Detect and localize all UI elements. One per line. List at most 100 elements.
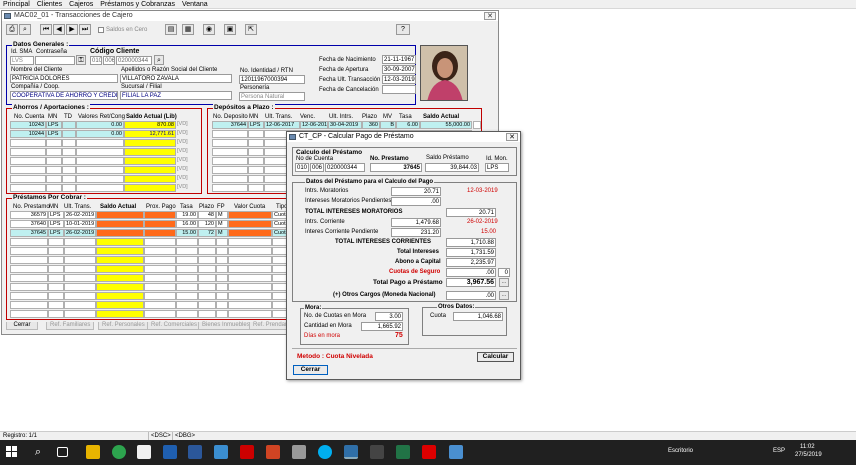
ahorros-cell-mn[interactable] [46, 175, 62, 183]
dep-cell-mn[interactable] [248, 130, 264, 138]
abono-capital-field[interactable]: 2,235.97 [446, 258, 496, 267]
int-corr-pend-field[interactable]: 231.20 [391, 228, 441, 237]
pres-cell-mn[interactable] [48, 247, 64, 255]
pres-cell-saldo[interactable] [96, 292, 144, 300]
pres-cell-prox[interactable] [144, 283, 176, 291]
pres-cell-ult[interactable] [64, 265, 96, 273]
pres-cell-prox[interactable] [144, 274, 176, 282]
report-icon[interactable]: ▣ [224, 24, 236, 35]
menu-ventana[interactable]: Ventana [182, 0, 208, 8]
stop-icon[interactable]: ◉ [203, 24, 215, 35]
pres-cell-prox[interactable] [144, 292, 176, 300]
cuotas-seguro-count[interactable]: 0 [498, 268, 510, 277]
dep-cell-plazo[interactable]: 360 [362, 121, 380, 129]
next-record-icon[interactable]: ▶ [66, 24, 78, 35]
pres-cell-num[interactable]: 37640 [10, 220, 48, 228]
ahorros-cell-td[interactable] [62, 184, 76, 192]
pres-cell-saldo[interactable] [96, 238, 144, 246]
pres-cell-num[interactable] [10, 274, 48, 282]
dep-cell-dep[interactable]: 37644 [212, 121, 248, 129]
dep-cell-mn[interactable] [248, 166, 264, 174]
pres-cell-saldo[interactable] [96, 310, 144, 318]
no-cuenta-part-1[interactable]: 010 [295, 163, 309, 172]
clock-time[interactable]: 11:02 [800, 443, 815, 451]
app-icon-5[interactable] [370, 445, 384, 459]
pres-cell-num[interactable]: 36579 [10, 211, 48, 219]
ahorros-cell-valores[interactable]: 0.00 [76, 130, 124, 138]
pres-cell-tasa[interactable] [176, 301, 198, 309]
windows-start-icon[interactable] [5, 445, 19, 459]
pres-cell-valor-cuota[interactable] [228, 229, 272, 237]
saldo-prestamo-field[interactable]: 39,844.03 [425, 163, 479, 172]
dep-cell-dep[interactable] [212, 184, 248, 192]
pres-cell-mn[interactable]: LPS [48, 220, 64, 228]
ahorros-vd-button[interactable]: [VD] [176, 166, 194, 174]
dep-cell-dep[interactable] [212, 166, 248, 174]
close-icon[interactable]: ✕ [484, 12, 496, 20]
pres-cell-ult[interactable] [64, 283, 96, 291]
intrs-moratorios-field[interactable]: 20.71 [391, 187, 441, 196]
pres-cell-plazo[interactable] [198, 238, 216, 246]
calculator-icon-taskbar[interactable] [292, 445, 306, 459]
ahorros-cell-valores[interactable] [76, 139, 124, 147]
sucursal-field[interactable]: FILIAL LA PAZ [120, 91, 232, 100]
pres-cell-num[interactable] [10, 292, 48, 300]
no-cuenta-part-3[interactable]: 020000344 [325, 163, 365, 172]
pres-cell-fp[interactable]: M [216, 220, 228, 228]
tab-ref-comerciales[interactable]: Ref. Comerciales [147, 322, 202, 330]
saldos-checkbox[interactable] [98, 27, 104, 33]
dep-cell-mn[interactable] [248, 139, 264, 147]
print-icon[interactable]: ⎙ [6, 24, 18, 35]
pres-cell-num[interactable] [10, 238, 48, 246]
compania-field[interactable]: COOPERATIVA DE AHORRO Y CRÉDITO [10, 91, 118, 100]
fecha-cancel-field[interactable] [382, 85, 416, 94]
exit-icon[interactable]: ⇱ [245, 24, 257, 35]
dep-cell-dep[interactable] [212, 175, 248, 183]
pres-cell-plazo[interactable] [198, 247, 216, 255]
app-icon-1[interactable] [137, 445, 151, 459]
pres-cell-prox[interactable] [144, 211, 176, 219]
fecha-ult-field[interactable]: 12-03-2019 [382, 75, 416, 84]
pres-cell-tasa[interactable] [176, 247, 198, 255]
id-sma-field[interactable]: LVS [10, 56, 34, 65]
intrs-corriente-field[interactable]: 1,479.68 [391, 218, 441, 227]
dep-cell-mv[interactable]: B [380, 121, 396, 129]
app-icon-3[interactable] [214, 445, 228, 459]
app-icon-4[interactable] [240, 445, 254, 459]
ahorros-cell-saldo[interactable] [124, 175, 176, 183]
pres-cell-fp[interactable] [216, 256, 228, 264]
pres-cell-ult[interactable]: 26-02-2019 [64, 229, 96, 237]
pres-cell-saldo[interactable] [96, 256, 144, 264]
pres-cell-mn[interactable] [48, 301, 64, 309]
pres-cell-prox[interactable] [144, 310, 176, 318]
pres-cell-ult[interactable] [64, 238, 96, 246]
pres-cell-tasa[interactable]: 19.00 [176, 211, 198, 219]
pres-cell-saldo[interactable] [96, 265, 144, 273]
last-record-icon[interactable]: ⏭ [79, 24, 91, 35]
pres-cell-valor-cuota[interactable] [228, 292, 272, 300]
pres-cell-saldo[interactable] [96, 211, 144, 219]
dep-cell-intrs[interactable]: 30-04-2019 [328, 121, 362, 129]
tab-ref-familiares[interactable]: Ref. Familiares [46, 322, 95, 330]
ahorros-cell-saldo[interactable] [124, 139, 176, 147]
pres-cell-num[interactable] [10, 256, 48, 264]
pres-cell-valor-cuota[interactable] [228, 256, 272, 264]
ahorros-cell-cuenta[interactable] [10, 139, 46, 147]
ahorros-vd-button[interactable]: [VD] [176, 139, 194, 147]
main-window-titlebar[interactable]: MAC02_01 - Transacciones de Cajero ✕ [2, 11, 498, 21]
pres-cell-fp[interactable] [216, 310, 228, 318]
ahorros-cell-saldo[interactable] [124, 148, 176, 156]
pres-cell-prox[interactable] [144, 220, 176, 228]
dep-cell-venc[interactable]: 12-06-2019 [300, 121, 328, 129]
ahorros-cell-td[interactable] [62, 157, 76, 165]
calcular-button[interactable]: Calcular [477, 352, 514, 362]
ahorros-cell-valores[interactable] [76, 175, 124, 183]
pres-cell-valor-cuota[interactable] [228, 220, 272, 228]
pres-cell-num[interactable]: 37645 [10, 229, 48, 237]
ahorros-cell-cuenta[interactable] [10, 184, 46, 192]
pres-cell-fp[interactable] [216, 283, 228, 291]
ahorros-cell-valores[interactable]: 0.00 [76, 121, 124, 129]
pres-cell-tasa[interactable] [176, 265, 198, 273]
pres-cell-plazo[interactable]: 72 [198, 229, 216, 237]
ahorros-cell-mn[interactable] [46, 184, 62, 192]
